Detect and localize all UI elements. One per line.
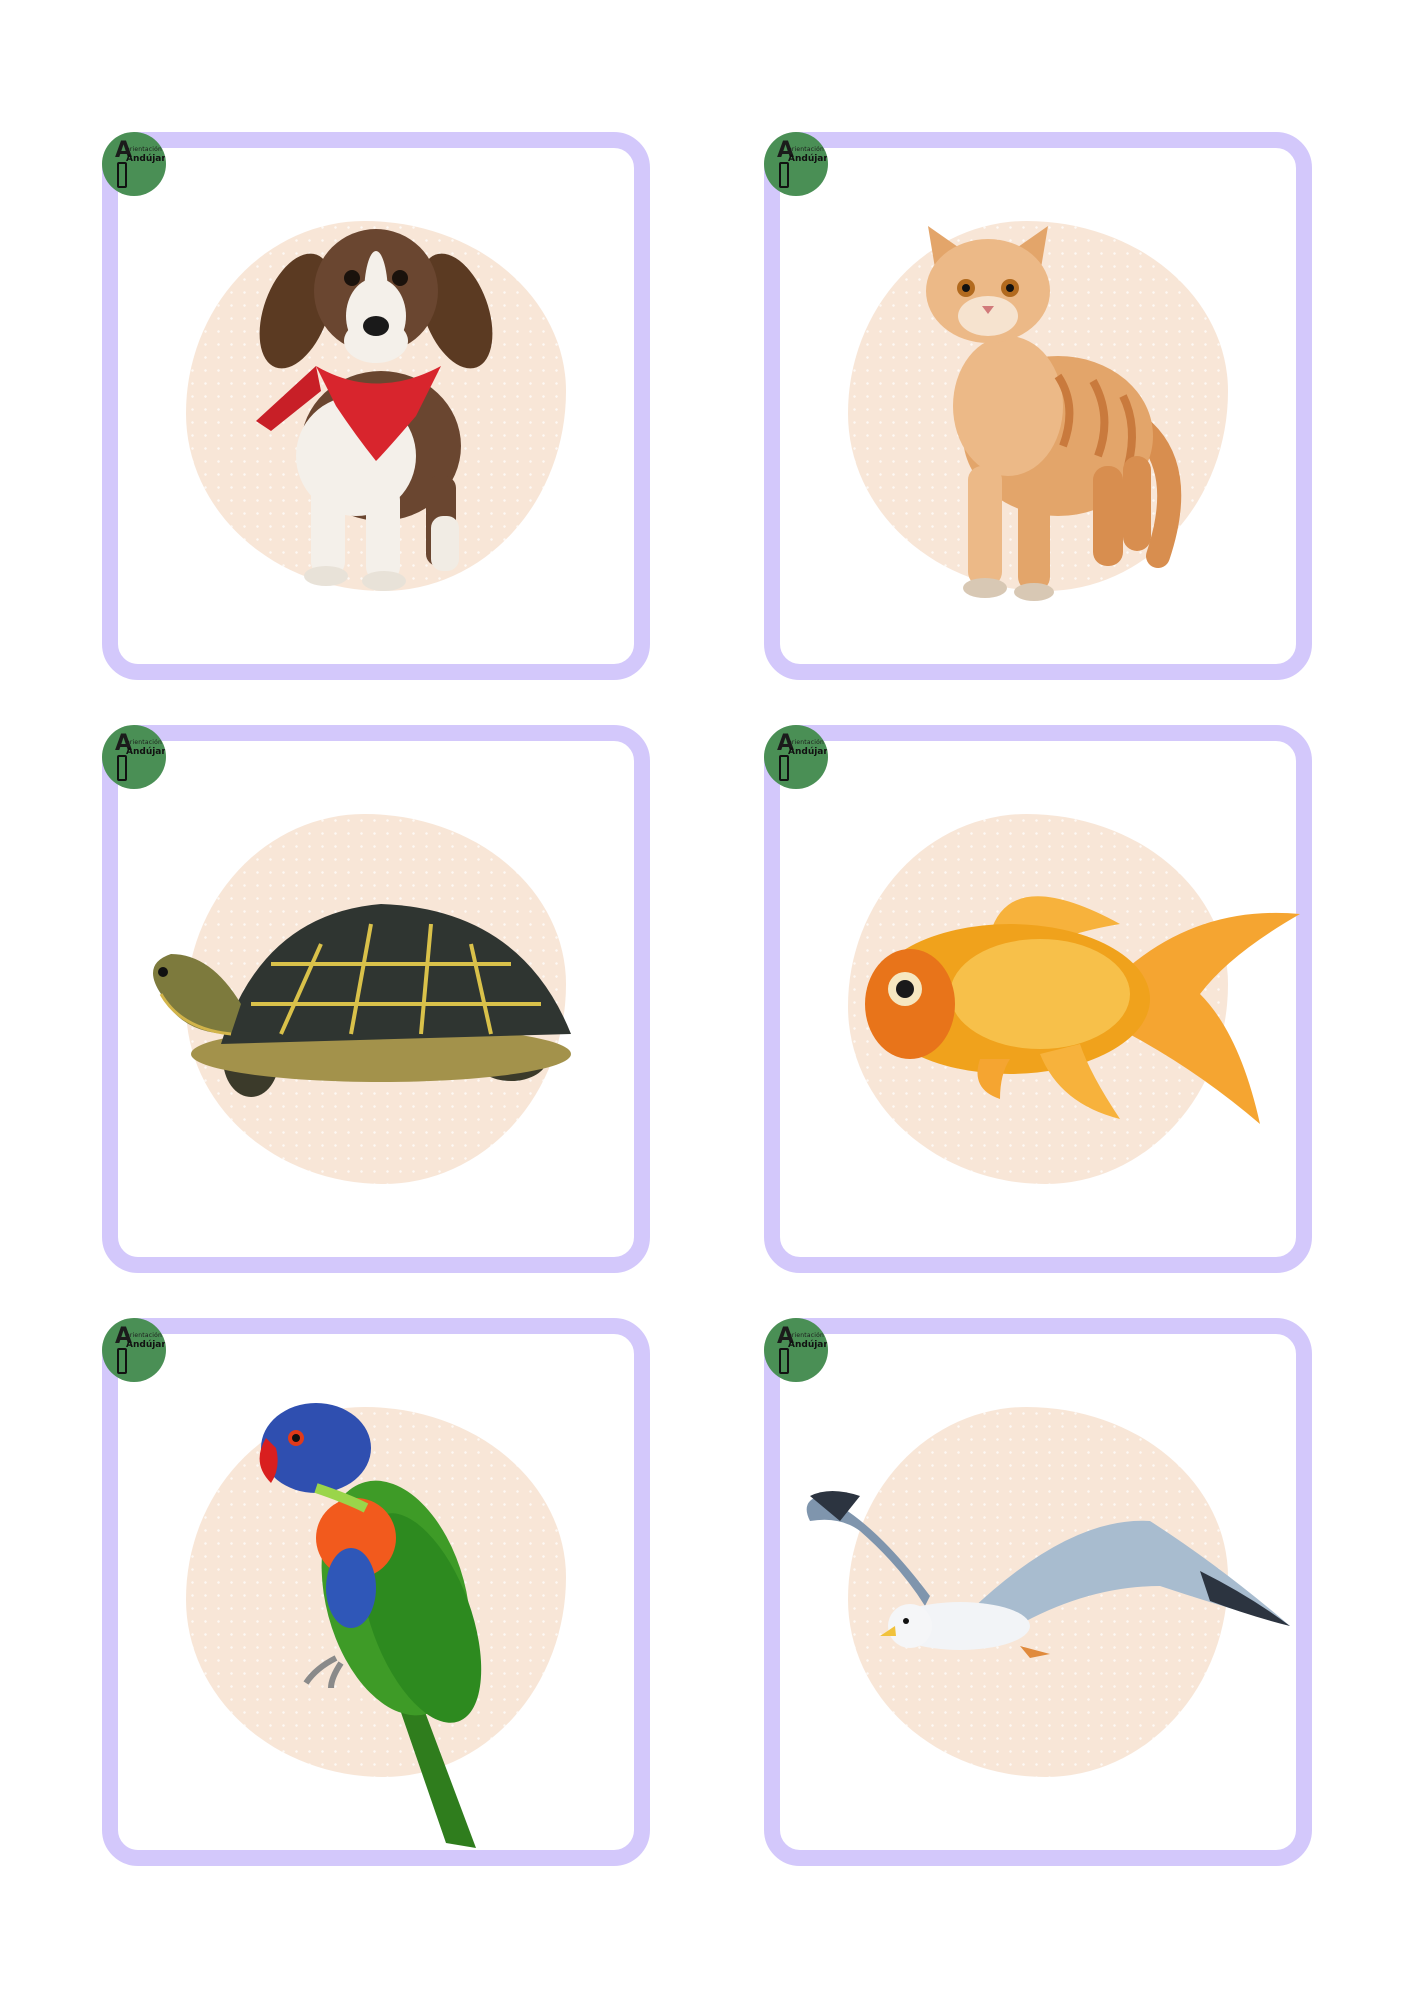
- andujar-logo: A orientación Andújar: [102, 132, 166, 196]
- andujar-logo: A orientación Andújar: [102, 725, 166, 789]
- cat-icon: [926, 226, 1182, 601]
- logo-tagline: orientación: [126, 739, 162, 746]
- logo-tagline: orientación: [126, 146, 162, 153]
- pencil-icon: [779, 1348, 789, 1374]
- logo-name: Andújar: [788, 154, 828, 164]
- parrot-icon: [259, 1402, 482, 1848]
- logo-name: Andújar: [126, 747, 166, 757]
- logo-tagline: orientación: [788, 146, 824, 153]
- logo-tagline: orientación: [126, 1332, 162, 1339]
- andujar-logo: A orientación Andújar: [102, 1318, 166, 1382]
- andujar-logo: A orientación Andújar: [764, 725, 828, 789]
- andujar-logo: A orientación Andújar: [764, 132, 828, 196]
- logo-tagline: orientación: [788, 739, 824, 746]
- card-parrot: A orientación Andújar: [102, 1318, 650, 1866]
- card-dog: A orientación Andújar: [102, 132, 650, 680]
- dog-icon: [256, 229, 493, 591]
- pencil-icon: [117, 162, 127, 188]
- logo-name: Andújar: [788, 747, 828, 757]
- logo-tagline: orientación: [788, 1332, 824, 1339]
- logo-name: Andújar: [126, 1340, 166, 1350]
- card-cat: A orientación Andújar: [764, 132, 1312, 680]
- card-seagull: A orientación Andújar: [764, 1318, 1312, 1866]
- pencil-icon: [779, 162, 789, 188]
- seagull-icon: [806, 1491, 1290, 1659]
- andujar-logo: A orientación Andújar: [764, 1318, 828, 1382]
- card-goldfish: A orientación Andújar: [764, 725, 1312, 1273]
- turtle-icon: [153, 904, 571, 1097]
- logo-name: Andújar: [126, 154, 166, 164]
- logo-name: Andújar: [788, 1340, 828, 1350]
- goldfish-icon: [865, 896, 1300, 1124]
- pencil-icon: [117, 755, 127, 781]
- card-turtle: A orientación Andújar: [102, 725, 650, 1273]
- pencil-icon: [117, 1348, 127, 1374]
- pencil-icon: [779, 755, 789, 781]
